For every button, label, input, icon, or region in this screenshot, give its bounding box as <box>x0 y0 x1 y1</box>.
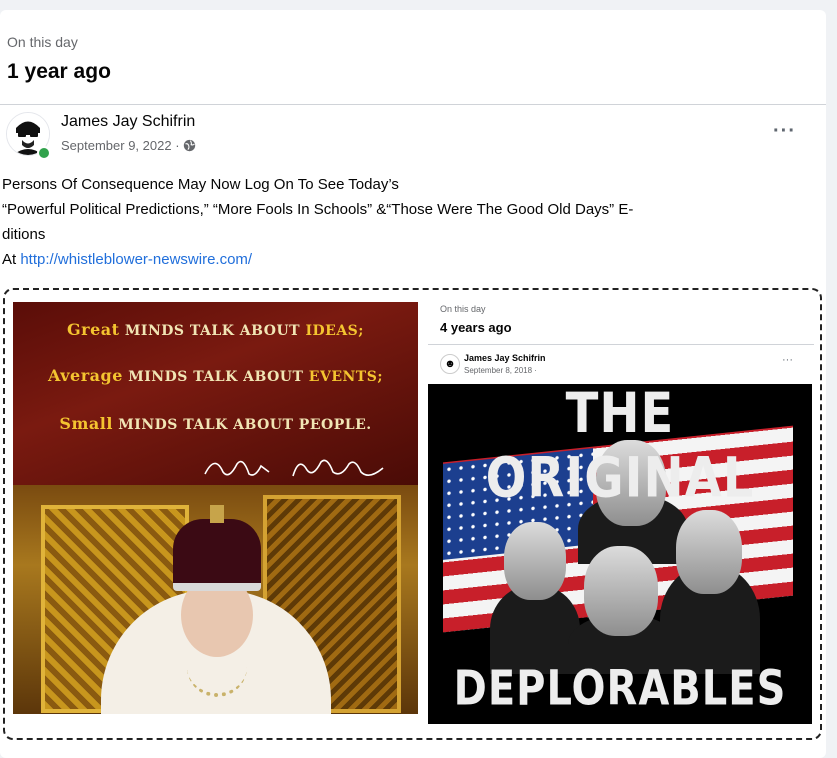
poster-title-bottom: DEPLORABLES <box>453 661 787 717</box>
post-link[interactable]: http://whistleblower-newswire.com/ <box>20 251 252 268</box>
author-name[interactable]: James Jay Schifrin <box>61 113 195 131</box>
quote-line-1-hl2: ideas; <box>305 323 364 339</box>
post-text-line-3: ditions <box>2 226 46 243</box>
nested-date: September 8, 2018 · <box>464 366 537 375</box>
throne-photo <box>13 485 418 714</box>
deplorables-poster: THE ORIGINAL DEPLORABLES <box>428 384 812 724</box>
post-date[interactable]: September 9, 2022 · <box>61 138 180 153</box>
post-text-line-1: Persons Of Consequence May Now Log On To… <box>2 176 399 193</box>
portrait-face <box>676 510 742 594</box>
memory-header: On this day 1 year ago <box>0 10 826 105</box>
quote-line-2-hl: Average <box>47 366 123 385</box>
post-meta: September 9, 2022 · <box>61 138 196 153</box>
post-text-line-4: At http://whistleblower-newswire.com/ <box>2 247 792 272</box>
link-prefix: At <box>2 251 21 268</box>
quote-line-2: Average minds talk about events; <box>13 366 418 385</box>
nested-divider <box>428 344 814 345</box>
quote-line-3-rest: minds talk about people. <box>112 417 372 433</box>
portrait-face <box>584 546 658 636</box>
globe-icon <box>183 139 195 152</box>
poster-title-top: THE ORIGINAL <box>485 384 755 511</box>
quote-line-2-rest: minds talk about <box>122 369 309 385</box>
crown-icon <box>173 519 261 591</box>
nested-time-ago: 4 years ago <box>440 320 512 335</box>
nested-avatar: ☻ <box>440 354 460 374</box>
quote-line-3-hl: Small <box>59 414 113 433</box>
post-text: Persons Of Consequence May Now Log On To… <box>2 172 792 272</box>
nested-more-icon: ··· <box>782 354 793 366</box>
nested-author: James Jay Schifrin <box>464 353 546 363</box>
signature-scribble <box>204 459 384 477</box>
online-status-dot <box>37 146 51 160</box>
quote-line-2-hl2: events; <box>308 369 383 385</box>
quote-line-3: Small minds talk about people. <box>13 414 418 433</box>
quote-image[interactable]: Great minds talk about ideas; Average mi… <box>13 302 418 714</box>
quote-line-1: Great minds talk about ideas; <box>13 320 418 339</box>
time-ago-heading: 1 year ago <box>7 60 111 83</box>
nested-section-label: On this day <box>440 304 486 314</box>
more-options-icon[interactable]: ··· <box>773 121 796 141</box>
quote-line-1-hl: Great <box>67 320 120 339</box>
section-label: On this day <box>7 34 78 50</box>
quote-line-1-rest: minds talk about <box>119 323 306 339</box>
post-media[interactable]: Great minds talk about ideas; Average mi… <box>3 288 822 740</box>
post-text-line-2: “Powerful Political Predictions,” “More … <box>2 201 634 218</box>
nested-memory-post[interactable]: On this day 4 years ago ☻ James Jay Schi… <box>428 296 814 728</box>
quote-band: Great minds talk about ideas; Average mi… <box>13 302 418 485</box>
signature <box>203 452 403 487</box>
portrait-face <box>504 522 566 600</box>
